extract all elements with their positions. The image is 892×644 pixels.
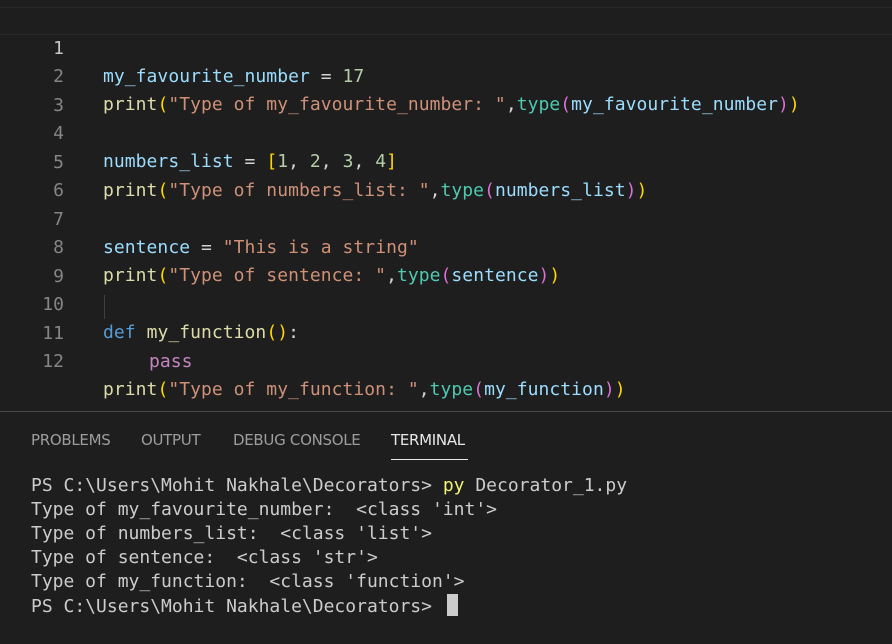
bottom-panel: PROBLEMS OUTPUT DEBUG CONSOLE TERMINAL P… [0, 411, 892, 644]
terminal-command: py [442, 475, 465, 496]
code-token: "Type of my_function: " [168, 379, 419, 400]
terminal-line[interactable]: PS C:\Users\Mohit Nakhale\Decorators> [31, 594, 881, 618]
code-line[interactable]: 8 print("Type of sentence: ",type(senten… [0, 206, 892, 286]
code-token: pass [149, 351, 193, 372]
terminal-line: Type of my_favourite_number: <class 'int… [31, 499, 497, 520]
code-line[interactable]: 3 [0, 64, 892, 116]
terminal-prompt: PS C:\Users\Mohit Nakhale\Decorators> [31, 475, 443, 496]
code-line[interactable]: 9 [0, 235, 892, 287]
tab-debug-console[interactable]: DEBUG CONSOLE [233, 431, 361, 449]
code-token: ( [473, 379, 485, 400]
code-line[interactable]: 1 my_favourite_number = 17 [0, 7, 892, 87]
code-line[interactable]: 12 print("Type of my_function: ",type(my… [0, 320, 892, 400]
code-text[interactable]: print("Type of my_function: ",type(my_fu… [103, 376, 626, 404]
terminal-prompt: PS C:\Users\Mohit Nakhale\Decorators> [31, 596, 443, 617]
terminal-line: Type of sentence: <class 'str'> [31, 547, 378, 568]
code-line[interactable]: 6 [0, 149, 892, 201]
tab-output[interactable]: OUTPUT [141, 431, 201, 449]
terminal-line: Type of numbers_list: <class 'list'> [31, 523, 432, 544]
code-line[interactable]: 11 pass [0, 292, 892, 372]
code-token: my_function [484, 379, 604, 400]
line-number: 12 [42, 351, 64, 372]
code-line[interactable]: 10 def my_function(): [0, 263, 892, 343]
code-text[interactable]: pass [149, 348, 193, 376]
terminal-cursor [446, 594, 458, 616]
code-token: , [418, 379, 430, 400]
active-tab-indicator [391, 459, 468, 460]
tab-problems[interactable]: PROBLEMS [31, 431, 111, 449]
code-line[interactable]: 7 sentence = "This is a string" [0, 178, 892, 258]
code-line[interactable]: 5 print("Type of numbers_list: ",type(nu… [0, 121, 892, 201]
code-editor[interactable]: 1 my_favourite_number = 17 2 print("Type… [0, 0, 892, 411]
terminal-output[interactable]: PS C:\Users\Mohit Nakhale\Decorators> py… [31, 474, 881, 618]
terminal-line: PS C:\Users\Mohit Nakhale\Decorators> py… [31, 474, 881, 498]
terminal-line: Type of my_function: <class 'function'> [31, 571, 465, 592]
panel-tabs: PROBLEMS OUTPUT DEBUG CONSOLE TERMINAL [0, 412, 892, 462]
code-token: ) [603, 379, 615, 400]
code-token: ( [157, 379, 169, 400]
indent-guide [104, 295, 105, 319]
code-token: ) [614, 379, 626, 400]
code-token: type [429, 379, 474, 400]
code-line[interactable]: 4 numbers_list = [1, 2, 3, 4] [0, 92, 892, 172]
code-line[interactable]: 2 print("Type of my_favourite_number: ",… [0, 35, 892, 115]
tab-terminal[interactable]: TERMINAL [391, 431, 465, 449]
terminal-command-args: Decorator_1.py [464, 475, 628, 496]
code-token: print [103, 379, 158, 400]
